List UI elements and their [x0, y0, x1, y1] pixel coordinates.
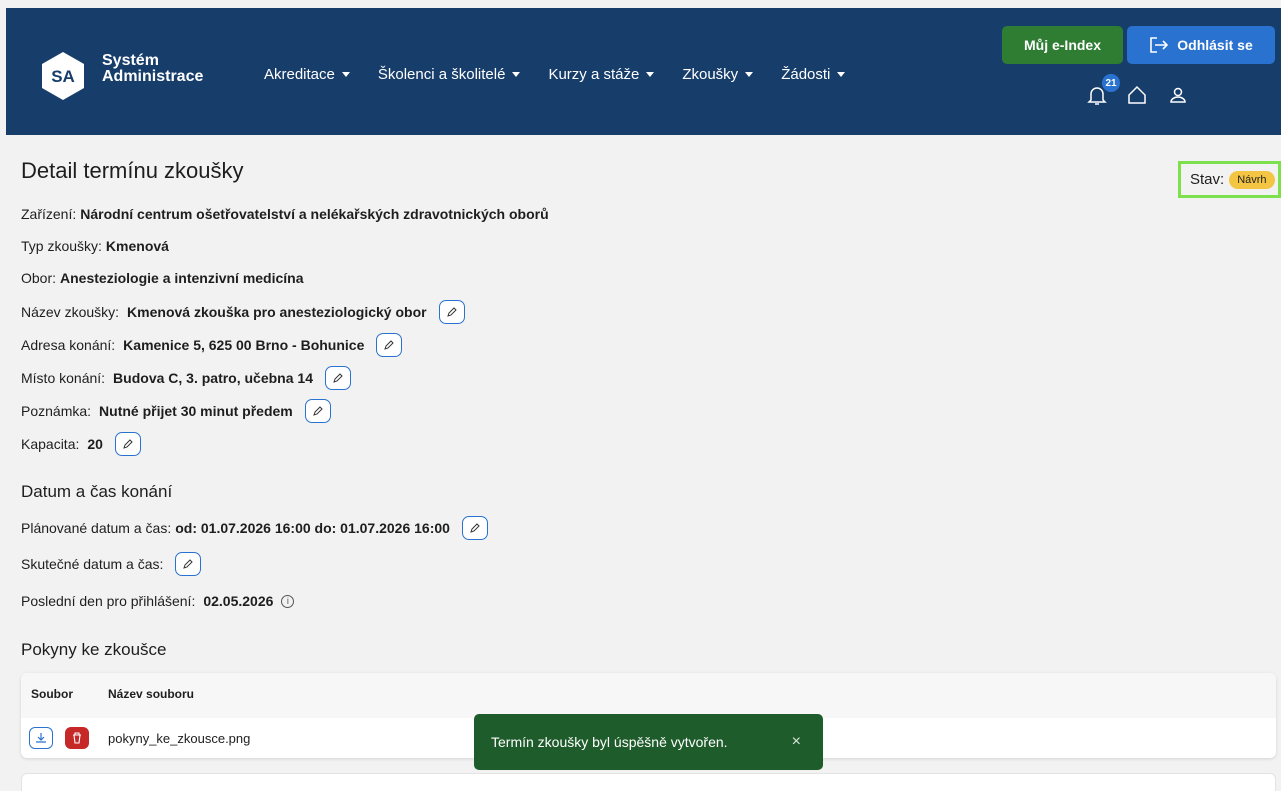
- notification-badge: 21: [1102, 74, 1120, 92]
- field-value: od: 01.07.2026 16:00 do: 01.07.2026 16:0…: [175, 520, 450, 536]
- download-icon: [36, 733, 46, 743]
- close-icon[interactable]: ×: [792, 733, 801, 751]
- edit-kapacita-button[interactable]: [114, 432, 141, 456]
- edit-misto-button[interactable]: [324, 366, 351, 390]
- field-value: Budova C, 3. patro, učebna 14: [113, 370, 313, 386]
- field-value: Nutné přijet 30 minut předem: [99, 403, 293, 419]
- file-name[interactable]: pokyny_ke_zkousce.png: [108, 731, 250, 746]
- field-obor: Obor: Anesteziologie a intenzivní medicín…: [21, 270, 304, 286]
- success-toast: Termín zkoušky byl úspěšně vytvořen. ×: [474, 714, 823, 770]
- info-icon[interactable]: i: [281, 594, 295, 608]
- field-value: Národní centrum ošetřovatelství a neléka…: [80, 206, 549, 222]
- edit-nazev-button[interactable]: [438, 300, 465, 324]
- field-adresa: Adresa konání: Kamenice 5, 625 00 Brno - …: [21, 333, 403, 357]
- logout-icon: [1150, 37, 1169, 53]
- trash-icon: [73, 732, 81, 744]
- app-name-line2: Administrace: [102, 68, 204, 85]
- pencil-icon: [123, 439, 133, 449]
- field-actual: Skutečné datum a čas:: [21, 552, 202, 576]
- field-value: Kmenová zkouška pro anesteziologický obo…: [127, 304, 427, 320]
- instructions-heading: Pokyny ke zkoušce: [21, 640, 167, 659]
- logout-label: Odhlásit se: [1177, 37, 1253, 53]
- eindex-button[interactable]: Můj e-Index: [1002, 26, 1123, 64]
- field-misto: Místo konání: Budova C, 3. patro, učebna …: [21, 366, 351, 390]
- chevron-down-icon: [512, 72, 521, 77]
- nav-skolenci[interactable]: Školenci a školitelé: [378, 66, 521, 83]
- nav-zkousky[interactable]: Zkoušky: [682, 66, 754, 83]
- nav-akreditace[interactable]: Akreditace: [264, 66, 350, 83]
- field-value: 02.05.2026: [203, 593, 274, 609]
- chevron-down-icon: [837, 72, 846, 77]
- field-zarizeni: Zařízení: Národní centrum ošetřovatelství…: [21, 206, 549, 222]
- nav-label: Akreditace: [264, 66, 335, 83]
- chevron-down-icon: [745, 72, 754, 77]
- field-label: Název zkoušky:: [21, 304, 120, 320]
- status-badge: Návrh: [1229, 170, 1275, 189]
- page-title: Detail termínu zkoušky: [21, 158, 244, 183]
- pencil-icon: [470, 523, 480, 533]
- top-header: SA Systém Administrace Akreditace Školen…: [6, 8, 1281, 135]
- edit-adresa-button[interactable]: [376, 333, 403, 357]
- nav-label: Školenci a školitelé: [377, 66, 506, 83]
- column-header-filename: Název souboru: [108, 687, 195, 701]
- field-value: Kmenová: [105, 238, 169, 254]
- home-icon[interactable]: [1126, 84, 1148, 106]
- field-label: Místo konání:: [21, 370, 106, 386]
- nav-kurzy[interactable]: Kurzy a stáže: [548, 66, 655, 83]
- nav-zadosti[interactable]: Žádosti: [781, 66, 846, 83]
- pencil-icon: [333, 373, 343, 383]
- download-button[interactable]: [29, 727, 53, 749]
- state-box: Stav: Návrh: [1178, 161, 1281, 198]
- edit-poznamka-button[interactable]: [304, 399, 331, 423]
- field-value: Kamenice 5, 625 00 Brno - Bohunice: [123, 337, 365, 353]
- field-last-day: Poslední den pro přihlášení: 02.05.2026 i: [21, 593, 295, 609]
- field-value: 20: [87, 436, 103, 452]
- field-label: Typ zkoušky:: [21, 238, 102, 254]
- toast-message: Termín zkoušky byl úspěšně vytvořen.: [491, 734, 728, 750]
- chevron-down-icon: [646, 72, 655, 77]
- field-label: Plánované datum a čas:: [21, 520, 172, 536]
- pencil-icon: [312, 406, 323, 416]
- datetime-heading: Datum a čas konání: [21, 482, 173, 501]
- logo-mark: SA: [51, 67, 75, 86]
- field-poznamka: Poznámka: Nutné přijet 30 minut předem: [21, 399, 331, 423]
- pencil-icon: [384, 340, 395, 350]
- field-label: Obor:: [21, 270, 57, 286]
- chevron-down-icon: [341, 72, 350, 77]
- table-header: [21, 673, 1276, 718]
- nav-label: Kurzy a stáže: [548, 66, 640, 83]
- field-label: Kapacita:: [21, 436, 80, 452]
- main-nav: Akreditace Školenci a školitelé Kurzy a …: [264, 66, 873, 83]
- pencil-icon: [183, 559, 194, 569]
- user-icon[interactable]: [1167, 84, 1189, 106]
- state-label: Stav:: [1190, 171, 1225, 188]
- app-name-line1: Systém: [102, 52, 159, 69]
- app-name[interactable]: Systém Administrace: [102, 53, 203, 85]
- pencil-icon: [446, 307, 457, 317]
- field-planned: Plánované datum a čas: od: 01.07.2026 16:…: [21, 516, 488, 540]
- logout-button[interactable]: Odhlásit se: [1127, 26, 1275, 64]
- field-label: Poznámka:: [21, 403, 92, 419]
- field-kapacita: Kapacita: 20: [21, 432, 141, 456]
- delete-button[interactable]: [65, 727, 89, 749]
- field-label: Zařízení:: [21, 206, 77, 222]
- logo-hexagon-icon[interactable]: SA: [41, 51, 85, 101]
- field-nazev: Název zkoušky: Kmenová zkouška pro aneste…: [21, 300, 465, 324]
- edit-planned-button[interactable]: [461, 516, 488, 540]
- nav-label: Žádosti: [781, 66, 831, 83]
- lower-card: [21, 773, 1276, 791]
- field-typ: Typ zkoušky: Kmenová: [21, 238, 169, 254]
- column-header-file: Soubor: [31, 687, 73, 701]
- field-value: Anesteziologie a intenzivní medicína: [60, 270, 304, 286]
- field-label: Skutečné datum a čas:: [21, 556, 164, 572]
- edit-actual-button[interactable]: [175, 552, 202, 576]
- field-label: Adresa konání:: [21, 337, 116, 353]
- nav-label: Zkoušky: [682, 66, 739, 83]
- field-label: Poslední den pro přihlášení:: [21, 593, 196, 609]
